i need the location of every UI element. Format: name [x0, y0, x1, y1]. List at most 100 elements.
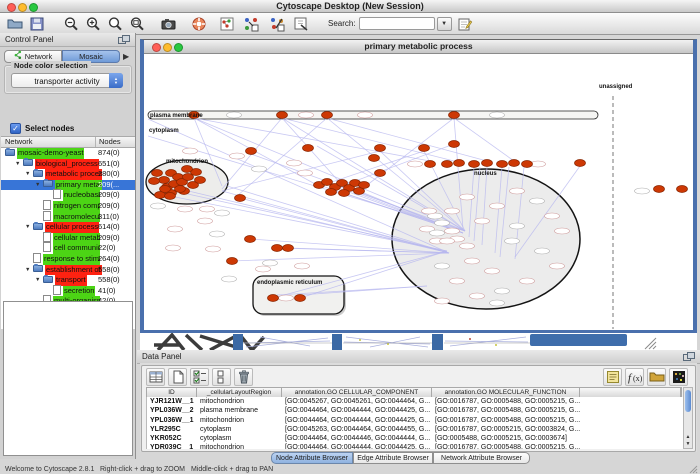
node-label[interactable]	[510, 223, 525, 229]
node-label[interactable]	[227, 112, 242, 118]
network-node[interactable]	[246, 148, 257, 155]
node-label[interactable]	[198, 218, 213, 224]
cell[interactable]: cytoplasm	[197, 434, 282, 443]
network-node[interactable]	[442, 161, 453, 168]
network-node[interactable]	[469, 161, 480, 168]
network-node[interactable]	[509, 160, 520, 167]
network-tree-row[interactable]: ▼transport558(0)	[1, 275, 135, 286]
network-node[interactable]	[449, 112, 460, 119]
network-node[interactable]	[454, 160, 465, 167]
cell[interactable]: [GO:0045263, GO:0044464, GO:0044455, G..…	[282, 425, 432, 434]
network-tree-row[interactable]: ▼biological_process651(0)	[1, 159, 135, 170]
more-tabs-arrow-icon[interactable]: ▶	[123, 50, 129, 64]
function-builder-icon[interactable]: f(x)	[625, 368, 644, 386]
node-label[interactable]	[445, 228, 460, 234]
network-node[interactable]	[303, 145, 314, 152]
expand-arrow-icon[interactable]: ▼	[25, 265, 33, 276]
network-node[interactable]	[152, 170, 163, 177]
cell[interactable]: YPL036W__1	[147, 416, 197, 425]
network-tree-row[interactable]: ▼cellular process614(0)	[1, 222, 135, 233]
network-node[interactable]	[326, 189, 337, 196]
network-tree-row[interactable]: cell communicat22(0)	[1, 243, 135, 254]
network-node[interactable]	[339, 190, 350, 197]
network-node[interactable]	[322, 112, 333, 119]
expand-arrow-icon[interactable]: ▼	[35, 275, 43, 286]
node-label[interactable]	[460, 243, 475, 249]
zoom-fit-icon[interactable]	[128, 15, 146, 32]
node-label[interactable]	[490, 300, 505, 306]
node-label[interactable]	[151, 203, 166, 209]
network-node[interactable]	[227, 258, 238, 265]
attribute-row[interactable]: YPL036W__1mitochondrion[GO:0044464, GO:0…	[147, 416, 683, 425]
network-node[interactable]	[575, 160, 586, 167]
cell[interactable]: mitochondrion	[197, 443, 282, 449]
network-node[interactable]	[268, 295, 279, 302]
cell[interactable]: [GO:0016787, GO:0005488, GO:0005215, G..…	[432, 397, 580, 406]
node-label[interactable]	[635, 188, 650, 194]
select-attributes-icon[interactable]	[190, 368, 209, 386]
scroll-down-icon[interactable]: ▼	[684, 441, 692, 447]
node-label[interactable]	[445, 208, 460, 214]
node-label[interactable]	[408, 161, 423, 167]
network-node[interactable]	[375, 145, 386, 152]
network-node[interactable]	[272, 245, 283, 252]
cell[interactable]: [GO:0044464, GO:0044444, GO:0044425, G..…	[282, 406, 432, 415]
node-label[interactable]	[450, 278, 465, 284]
unified-view-icon[interactable]	[212, 368, 231, 386]
node-label[interactable]	[435, 298, 450, 304]
network-node[interactable]	[677, 186, 688, 193]
network-node[interactable]	[195, 177, 206, 184]
node-label[interactable]	[230, 153, 245, 159]
help-icon[interactable]	[190, 15, 208, 32]
cell[interactable]: cytoplasm	[197, 425, 282, 434]
import-attributes-icon[interactable]	[647, 368, 666, 386]
node-label[interactable]	[535, 248, 550, 254]
column-header[interactable]: annotation.GO CELLULAR_COMPONENT	[282, 388, 432, 397]
network-node[interactable]	[149, 178, 160, 185]
scroll-up-icon[interactable]: ▲	[684, 434, 692, 440]
network-tree-row[interactable]: ▼metabolic process280(0)	[1, 169, 135, 180]
scrollbar-thumb[interactable]	[685, 390, 691, 412]
node-label[interactable]	[178, 206, 193, 212]
column-header[interactable]: ID	[147, 388, 197, 397]
cell[interactable]: [GO:0005488, GO:0005215, GO:0003674]	[432, 434, 580, 443]
network-node[interactable]	[295, 295, 306, 302]
node-label[interactable]	[520, 278, 535, 284]
cell[interactable]: mitochondrion	[197, 416, 282, 425]
node-label[interactable]	[299, 112, 314, 118]
network-node[interactable]	[522, 161, 533, 168]
node-label[interactable]	[530, 198, 545, 204]
cell[interactable]: [GO:0016787, GO:0005215, GO:0003824, G..…	[432, 425, 580, 434]
open-file-icon[interactable]	[6, 15, 24, 32]
network-node[interactable]	[160, 186, 171, 193]
network-node[interactable]	[165, 193, 176, 200]
network-canvas[interactable]: plasma membranecytoplasmmitochondrionnuc…	[144, 54, 693, 330]
node-label[interactable]	[168, 226, 183, 232]
node-label[interactable]	[200, 206, 215, 212]
node-label[interactable]	[422, 208, 437, 214]
node-label[interactable]	[295, 263, 310, 269]
attribute-row[interactable]: YDR039C__1mitochondrion[GO:0044464, GO:0…	[147, 443, 683, 449]
network-node[interactable]	[425, 161, 436, 168]
cell[interactable]: [GO:0044464, GO:0044446, GO:0044444, G..…	[282, 434, 432, 443]
apply-vizmap-icon[interactable]	[268, 15, 286, 32]
resize-grip-icon[interactable]	[688, 464, 698, 474]
apply-layout-icon[interactable]	[242, 15, 260, 32]
new-attribute-icon[interactable]	[168, 368, 187, 386]
network-node[interactable]	[497, 161, 508, 168]
cell[interactable]: [GO:0044464, GO:0044444, GO:0044425, G..…	[282, 443, 432, 449]
network-tree-row[interactable]: response to stimulu264(0)	[1, 254, 135, 265]
node-label[interactable]	[505, 238, 520, 244]
network-node[interactable]	[175, 186, 186, 193]
node-label[interactable]	[510, 188, 525, 194]
node-label[interactable]	[263, 260, 278, 266]
zoom-selected-icon[interactable]	[106, 15, 124, 32]
network-manager-icon[interactable]	[218, 15, 236, 32]
tab-network-attribute-browser[interactable]: Network Attribute Browser	[433, 452, 530, 464]
network-node[interactable]	[369, 155, 380, 162]
node-label[interactable]	[206, 246, 221, 252]
network-node[interactable]	[277, 112, 288, 119]
network-tree-row[interactable]: nucleobase-209(0)	[1, 190, 135, 201]
node-label[interactable]	[545, 213, 560, 219]
network-node[interactable]	[245, 236, 256, 243]
